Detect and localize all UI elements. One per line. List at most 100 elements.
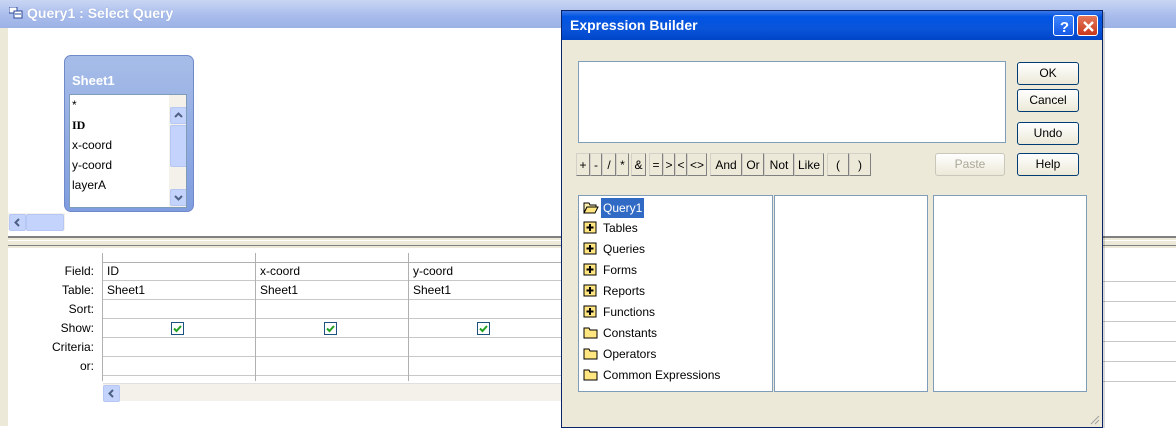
row-label-sort: Sort:	[68, 302, 94, 316]
grid-cell-or[interactable]	[103, 357, 255, 376]
tree-item-label: Functions	[603, 305, 656, 319]
grid-cell-or[interactable]	[256, 357, 408, 376]
grid-cell-criteria[interactable]	[103, 338, 255, 357]
element-folder-tree[interactable]: Query1 Tables Queries Forms Reports Func…	[578, 195, 773, 392]
tree-item-label: Operators	[603, 347, 657, 361]
table-pane-hscrollbar[interactable]	[8, 213, 65, 231]
scroll-thumb[interactable]	[26, 214, 64, 231]
grid-cell-sort[interactable]	[256, 300, 408, 319]
expand-folder-icon	[583, 305, 597, 318]
op-not-button[interactable]: Not	[764, 153, 794, 176]
dialog-title-bar[interactable]: Expression Builder ?	[562, 11, 1102, 40]
open-folder-icon	[583, 202, 599, 214]
grid-cell-show[interactable]	[409, 319, 561, 338]
field-item[interactable]: layerA	[72, 175, 162, 195]
element-value-list[interactable]	[933, 195, 1087, 392]
grid-cell-table[interactable]: Sheet1	[409, 281, 561, 300]
field-item[interactable]: *	[72, 95, 162, 115]
grid-row-labels: Field: Table: Sort: Show: Criteria: or:	[8, 262, 94, 376]
field-list-scrollbar[interactable]	[169, 95, 186, 207]
grid-cell-field[interactable]: x-coord	[256, 262, 408, 281]
scroll-left-button[interactable]	[103, 385, 120, 402]
grid-column-partial[interactable]	[1099, 262, 1176, 382]
expand-folder-icon	[583, 242, 597, 255]
op-and-button[interactable]: And	[710, 153, 742, 176]
field-item[interactable]: ID	[72, 115, 162, 135]
chevron-left-icon	[14, 218, 20, 227]
field-list[interactable]: * ID x-coord y-coord layerA	[69, 94, 187, 208]
grid-cell-or[interactable]	[409, 357, 561, 376]
ok-button[interactable]: OK	[1017, 62, 1079, 85]
element-category-list[interactable]	[774, 195, 928, 392]
scroll-left-button[interactable]	[9, 214, 26, 231]
cancel-button[interactable]: Cancel	[1017, 89, 1079, 112]
grid-column[interactable]: ID Sheet1	[102, 253, 255, 381]
close-button[interactable]	[1077, 15, 1098, 36]
query-title: Query1 : Select Query	[27, 5, 174, 21]
op-equals-button[interactable]: =	[649, 153, 663, 176]
tree-item-label: Constants	[603, 326, 658, 340]
op-notequal-button[interactable]: <>	[687, 153, 707, 176]
scroll-up-button[interactable]	[170, 107, 186, 124]
grid-cell-table[interactable]: Sheet1	[256, 281, 408, 300]
row-label-or: or:	[79, 359, 94, 373]
svg-text:?: ?	[1060, 19, 1069, 36]
grid-cell-criteria[interactable]	[409, 338, 561, 357]
op-multiply-button[interactable]: *	[616, 153, 629, 176]
op-less-button[interactable]: <	[675, 153, 687, 176]
tree-item-label: Common Expressions	[603, 368, 721, 382]
grid-column[interactable]: y-coord Sheet1	[408, 253, 561, 381]
grid-cell-show[interactable]	[103, 319, 255, 338]
table-field-list[interactable]: Sheet1 * ID x-coord y-coord layerA	[64, 55, 194, 212]
undo-button[interactable]: Undo	[1017, 122, 1079, 145]
paste-button[interactable]: Paste	[935, 153, 1005, 176]
checkmark-icon	[326, 325, 335, 333]
folder-icon	[583, 369, 598, 381]
resize-grip-icon[interactable]	[1088, 413, 1100, 425]
folder-icon	[583, 327, 598, 339]
op-concat-button[interactable]: &	[631, 153, 646, 176]
op-divide-button[interactable]: /	[602, 153, 616, 176]
scroll-down-button[interactable]	[170, 189, 186, 206]
op-plus-button[interactable]: +	[576, 153, 590, 176]
grid-cell-table[interactable]: Sheet1	[103, 281, 255, 300]
expand-folder-icon	[583, 284, 597, 297]
row-label-criteria: Criteria:	[51, 340, 94, 354]
grid-cell-show[interactable]	[256, 319, 408, 338]
checkmark-icon	[479, 325, 488, 333]
op-greater-button[interactable]: >	[663, 153, 675, 176]
grid-column[interactable]: x-coord Sheet1	[255, 253, 408, 381]
row-label-show: Show:	[60, 321, 94, 335]
grid-cell-field[interactable]: y-coord	[409, 262, 561, 281]
op-or-button[interactable]: Or	[742, 153, 764, 176]
grid-cell-field[interactable]: ID	[103, 262, 255, 281]
expression-builder-dialog: Expression Builder ? OK Cancel Undo Help…	[561, 10, 1103, 428]
tree-item-label: Query1	[601, 198, 645, 218]
expression-textbox[interactable]	[578, 61, 1006, 143]
scroll-thumb[interactable]	[170, 125, 186, 167]
show-checkbox[interactable]	[171, 322, 184, 335]
field-item[interactable]: x-coord	[72, 135, 162, 155]
dialog-title: Expression Builder	[570, 17, 698, 33]
row-label-field: Field:	[64, 264, 94, 278]
op-open-paren-button[interactable]: (	[827, 153, 849, 176]
field-item[interactable]: y-coord	[72, 155, 162, 175]
grid-cell-sort[interactable]	[103, 300, 255, 319]
expand-folder-icon	[583, 263, 597, 276]
question-mark-icon: ?	[1060, 19, 1069, 36]
op-minus-button[interactable]: -	[590, 153, 602, 176]
op-close-paren-button[interactable]: )	[849, 153, 871, 176]
help-title-button[interactable]: ?	[1053, 15, 1074, 36]
show-checkbox[interactable]	[324, 322, 337, 335]
grid-cell-criteria[interactable]	[256, 338, 408, 357]
close-icon	[1083, 21, 1094, 32]
show-checkbox[interactable]	[477, 322, 490, 335]
grid-hscrollbar[interactable]	[103, 383, 563, 402]
expand-folder-icon	[583, 221, 597, 234]
help-button[interactable]: Help	[1017, 153, 1079, 176]
row-label-table: Table:	[61, 283, 94, 297]
tree-item-label: Queries	[603, 242, 646, 256]
op-like-button[interactable]: Like	[794, 153, 824, 176]
grid-cell-sort[interactable]	[409, 300, 561, 319]
tree-item-label: Reports	[603, 284, 646, 298]
